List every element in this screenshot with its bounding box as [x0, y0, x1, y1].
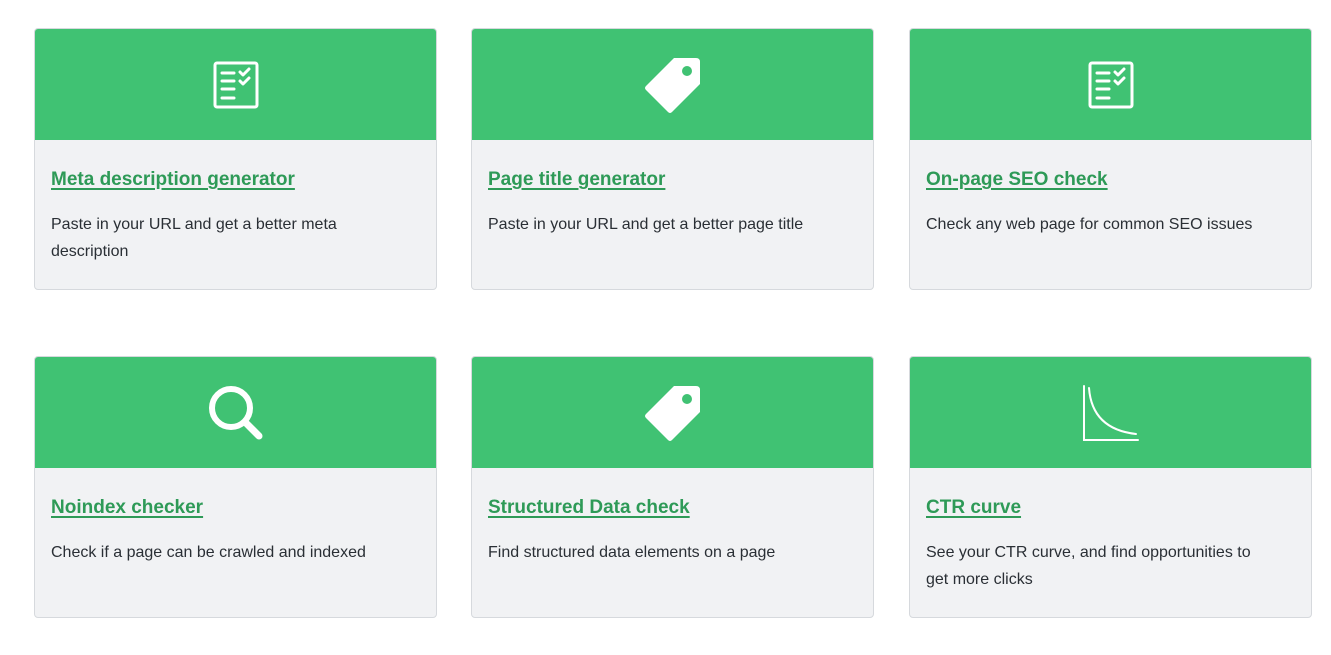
card-header [35, 29, 436, 140]
meta-description-generator-link[interactable]: Meta description generator [51, 167, 295, 193]
card-description: Paste in your URL and get a better meta … [51, 216, 337, 260]
card-description: Paste in your URL and get a better page … [488, 216, 804, 233]
tool-card-noindex-checker[interactable]: Noindex checker Check if a page can be c… [34, 356, 437, 618]
tool-card-ctr-curve[interactable]: CTR curve See your CTR curve, and find o… [909, 356, 1312, 618]
checklist-icon [211, 60, 261, 110]
tool-card-meta-description[interactable]: Meta description generator Paste in your… [34, 28, 437, 290]
noindex-checker-link[interactable]: Noindex checker [51, 495, 203, 521]
card-header [910, 29, 1311, 140]
tool-card-structured-data[interactable]: Structured Data check Find structured da… [471, 356, 874, 618]
ctr-curve-link[interactable]: CTR curve [926, 495, 1021, 521]
structured-data-check-link[interactable]: Structured Data check [488, 495, 690, 521]
search-icon [207, 384, 265, 442]
tag-icon [644, 384, 702, 442]
card-header [35, 357, 436, 468]
card-header [472, 29, 873, 140]
tool-card-on-page-seo[interactable]: On-page SEO check Check any web page for… [909, 28, 1312, 290]
page-title-generator-link[interactable]: Page title generator [488, 167, 665, 193]
curve-chart-icon [1082, 384, 1140, 442]
card-description: Check if a page can be crawled and index… [51, 544, 366, 561]
card-description: See your CTR curve, and find opportuniti… [926, 544, 1251, 588]
card-description: Check any web page for common SEO issues [926, 216, 1253, 233]
checklist-icon [1086, 60, 1136, 110]
card-header [910, 357, 1311, 468]
card-header [472, 357, 873, 468]
tools-grid: Meta description generator Paste in your… [0, 0, 1331, 655]
tool-card-page-title[interactable]: Page title generator Paste in your URL a… [471, 28, 874, 290]
on-page-seo-check-link[interactable]: On-page SEO check [926, 167, 1108, 193]
card-description: Find structured data elements on a page [488, 544, 776, 561]
tag-icon [644, 56, 702, 114]
